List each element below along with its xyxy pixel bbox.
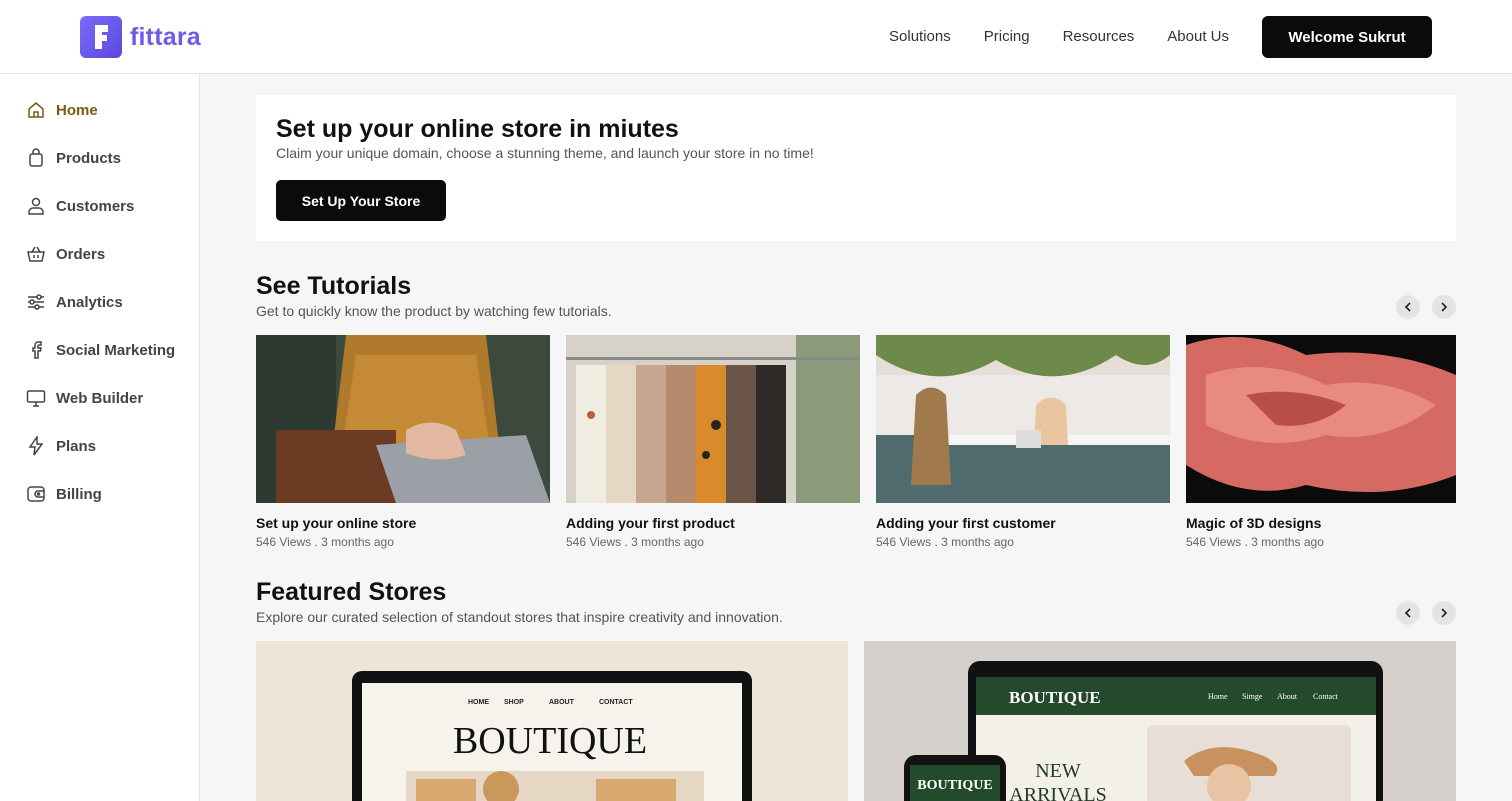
wallet-icon	[26, 484, 46, 504]
setup-store-button[interactable]: Set Up Your Store	[276, 180, 446, 221]
top-header: fittara Solutions Pricing Resources Abou…	[0, 0, 1512, 74]
home-icon	[26, 100, 46, 120]
tutorials-next-button[interactable]	[1432, 295, 1456, 319]
tutorial-thumbnail[interactable]	[256, 335, 550, 503]
nav-pricing[interactable]: Pricing	[984, 16, 1030, 58]
sidebar-item-label: Customers	[56, 197, 135, 215]
facebook-icon	[26, 340, 46, 360]
chevron-left-icon	[1404, 302, 1411, 312]
welcome-user-button[interactable]: Welcome Sukrut	[1262, 16, 1432, 58]
featured-prev-button[interactable]	[1396, 601, 1420, 625]
tutorial-meta: 546 Views . 3 months ago	[1186, 535, 1324, 549]
sidebar-item-products[interactable]: Products	[26, 146, 121, 170]
sidebar-item-analytics[interactable]: Analytics	[26, 290, 123, 314]
tutorial-card[interactable]: Adding your first product 546 Views . 3 …	[566, 335, 860, 549]
lightning-icon	[26, 434, 46, 456]
tutorial-meta: 546 Views . 3 months ago	[256, 535, 394, 549]
brand-name: fittara	[130, 22, 201, 51]
nav-about-us[interactable]: About Us	[1167, 16, 1229, 58]
nav-resources[interactable]: Resources	[1063, 16, 1135, 58]
chevron-right-icon	[1441, 608, 1448, 618]
banner-subtitle: Claim your unique domain, choose a stunn…	[276, 145, 814, 161]
tutorial-thumbnail[interactable]	[1186, 335, 1456, 503]
tutorial-thumbnail[interactable]	[566, 335, 860, 503]
store2-phone-brand: BOUTIQUE	[917, 778, 992, 793]
tutorial-thumbnail[interactable]	[876, 335, 1170, 503]
sliders-icon	[26, 292, 46, 312]
basket-icon	[26, 244, 46, 264]
monitor-icon	[26, 388, 46, 408]
tutorial-meta: 546 Views . 3 months ago	[876, 535, 1014, 549]
sidebar-item-social-marketing[interactable]: Social Marketing	[26, 338, 175, 362]
store2-headline-1: NEW	[1035, 760, 1081, 782]
sidebar: Home Products Customers Orders Analytics…	[0, 74, 200, 801]
tutorial-card[interactable]: Set up your online store 546 Views . 3 m…	[256, 335, 550, 549]
featured-next-button[interactable]	[1432, 601, 1456, 625]
tutorial-title: Adding your first customer	[876, 515, 1056, 531]
shopping-bag-icon	[26, 148, 46, 168]
sidebar-item-label: Plans	[56, 437, 97, 455]
featured-store-card[interactable]: BOUTIQUE Home Simge About Contact NEW AR…	[864, 641, 1456, 801]
setup-store-banner: Set up your online store in miutes Claim…	[256, 95, 1456, 241]
sidebar-item-label: Analytics	[56, 293, 123, 311]
logo-icon	[80, 16, 122, 58]
tutorials-title: See Tutorials	[256, 272, 412, 300]
tutorials-subtitle: Get to quickly know the product by watch…	[256, 303, 612, 319]
sidebar-item-label: Web Builder	[56, 389, 144, 407]
nav-solutions[interactable]: Solutions	[889, 16, 951, 58]
sidebar-item-web-builder[interactable]: Web Builder	[26, 386, 143, 410]
tutorials-prev-button[interactable]	[1396, 295, 1420, 319]
top-nav: Solutions Pricing Resources About Us Wel…	[889, 16, 1432, 58]
user-icon	[26, 196, 46, 216]
tutorial-title: Adding your first product	[566, 515, 735, 531]
sidebar-item-label: Home	[56, 101, 98, 119]
store1-nav-shop: SHOP	[504, 699, 524, 706]
store1-brand: BOUTIQUE	[453, 720, 647, 762]
store1-nav-about: ABOUT	[549, 699, 575, 706]
chevron-left-icon	[1404, 608, 1411, 618]
sidebar-item-home[interactable]: Home	[26, 98, 98, 122]
sidebar-item-plans[interactable]: Plans	[26, 434, 96, 458]
tutorial-card[interactable]: Adding your first customer 546 Views . 3…	[876, 335, 1170, 549]
store1-nav-contact: CONTACT	[599, 699, 633, 706]
store2-nav-home: Home	[1208, 692, 1228, 701]
tutorial-title: Set up your online store	[256, 515, 417, 531]
banner-title: Set up your online store in miutes	[276, 115, 679, 143]
store2-nav-simge: Simge	[1242, 692, 1263, 701]
store2-brand: BOUTIQUE	[1009, 688, 1101, 707]
store1-nav-home: HOME	[468, 699, 489, 706]
chevron-right-icon	[1441, 302, 1448, 312]
featured-store-card[interactable]: HOME SHOP ABOUT CONTACT BOUTIQUE	[256, 641, 848, 801]
sidebar-item-label: Orders	[56, 245, 106, 263]
brand-logo[interactable]: fittara	[80, 16, 201, 58]
store2-nav-about: About	[1277, 692, 1298, 701]
store2-headline-2: ARRIVALS	[1009, 784, 1106, 801]
sidebar-item-customers[interactable]: Customers	[26, 194, 134, 218]
sidebar-item-billing[interactable]: Billing	[26, 482, 102, 506]
sidebar-item-label: Billing	[56, 485, 102, 503]
tutorial-meta: 546 Views . 3 months ago	[566, 535, 704, 549]
store2-nav-contact: Contact	[1313, 692, 1339, 701]
sidebar-item-label: Products	[56, 149, 122, 167]
tutorial-card[interactable]: Magic of 3D designs 546 Views . 3 months…	[1186, 335, 1456, 549]
featured-title: Featured Stores	[256, 578, 447, 606]
sidebar-item-label: Social Marketing	[56, 341, 176, 359]
sidebar-item-orders[interactable]: Orders	[26, 242, 105, 266]
featured-subtitle: Explore our curated selection of standou…	[256, 609, 783, 625]
tutorial-title: Magic of 3D designs	[1186, 515, 1322, 531]
